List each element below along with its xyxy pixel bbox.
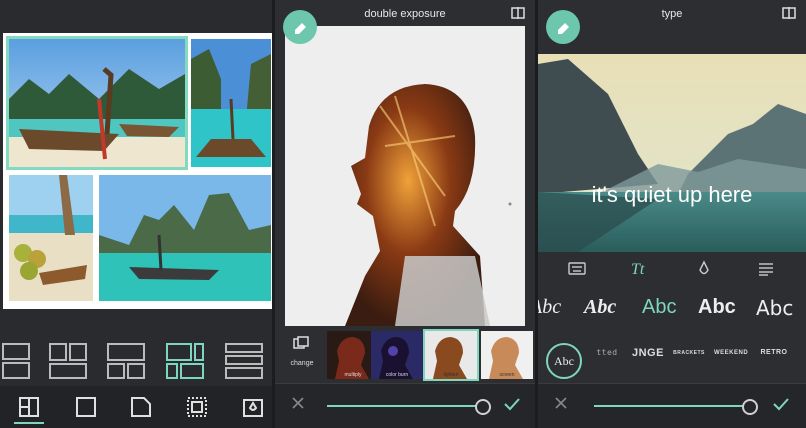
style-option-label: Abc: [554, 353, 574, 368]
opacity-bar: [275, 383, 535, 428]
color-drop-icon[interactable]: [698, 260, 710, 278]
align-icon[interactable]: [758, 262, 774, 276]
font-option[interactable]: Abc: [584, 296, 616, 319]
style-option[interactable]: BRACKETS: [672, 348, 706, 358]
style-option[interactable]: RETRO: [756, 348, 792, 358]
collage-toolbar: [0, 386, 272, 428]
boat-cliffs-image: [191, 39, 271, 167]
border-tab-icon[interactable]: [75, 396, 97, 418]
compare-icon[interactable]: [782, 7, 796, 19]
svg-text:Tt: Tt: [631, 261, 645, 278]
collage-photo-3[interactable]: [9, 175, 93, 301]
eraser-icon: [558, 23, 569, 34]
check-icon[interactable]: [772, 396, 790, 412]
style-option[interactable]: tted: [592, 348, 622, 358]
font-style-icon[interactable]: Tt: [631, 260, 647, 278]
photo-canvas[interactable]: it's quiet up here: [538, 54, 806, 252]
layout-mosaic-icon[interactable]: [106, 342, 146, 380]
eraser-button[interactable]: [283, 10, 317, 44]
eraser-icon: [295, 23, 306, 34]
blend-mode-label: color burn: [385, 372, 409, 378]
active-tab-underline: [14, 422, 44, 424]
mountain-lake-image: [538, 54, 806, 252]
corner-tab-icon[interactable]: [130, 396, 152, 418]
font-option[interactable]: Abc: [698, 296, 736, 319]
opacity-slider-track[interactable]: [327, 405, 481, 407]
layout-featured-icon[interactable]: [165, 342, 205, 380]
layout-stack-icon[interactable]: [224, 342, 264, 380]
change-label: change: [290, 360, 314, 367]
opacity-bar: [538, 383, 806, 428]
check-icon[interactable]: [503, 396, 521, 412]
font-option[interactable]: Abc: [538, 296, 561, 319]
opacity-slider-knob[interactable]: [475, 399, 491, 415]
font-option-selected[interactable]: Abc: [642, 296, 676, 319]
eraser-button[interactable]: [546, 10, 580, 44]
blend-mode-lighten[interactable]: lighten: [423, 329, 479, 381]
style-option[interactable]: JNGE: [632, 348, 663, 359]
collage-panel: [0, 0, 272, 428]
change-button[interactable]: change: [285, 336, 319, 376]
layers-icon: [293, 336, 309, 349]
photo-canvas[interactable]: [285, 26, 525, 326]
layout-split-icon[interactable]: [2, 342, 32, 380]
karst-boat-image: [99, 175, 271, 301]
opacity-slider-track[interactable]: [594, 405, 746, 407]
boats-beach-image: [9, 39, 185, 167]
layout-grid-icon[interactable]: [48, 342, 88, 380]
close-icon[interactable]: [554, 396, 568, 410]
silhouette-exposure-image: [285, 26, 525, 326]
blend-mode-screen[interactable]: screen: [481, 331, 533, 379]
style-option[interactable]: WEEKEND: [714, 348, 748, 358]
blend-mode-color-burn[interactable]: color burn: [371, 331, 423, 379]
collage-photo-4[interactable]: [99, 175, 271, 301]
layout-picker: [0, 336, 272, 382]
style-option-selected[interactable]: Abc: [546, 343, 582, 379]
collage-photo-1[interactable]: [6, 36, 188, 170]
background-tab-icon[interactable]: [242, 396, 264, 418]
coconuts-image: [9, 175, 93, 301]
spacing-tab-icon[interactable]: [186, 396, 208, 418]
font-option[interactable]: Abc: [756, 296, 793, 320]
compare-icon[interactable]: [511, 7, 525, 19]
collage-tab-icon[interactable]: [18, 396, 40, 418]
opacity-slider-knob[interactable]: [742, 399, 758, 415]
collage-canvas: [3, 33, 272, 309]
type-panel: type it's quiet up here Tt Abc Abc Abc A…: [538, 0, 806, 428]
close-icon[interactable]: [291, 396, 305, 410]
overlay-text[interactable]: it's quiet up here: [538, 182, 806, 208]
keyboard-icon[interactable]: [568, 262, 586, 276]
blend-mode-label: screen: [499, 372, 515, 378]
double-exposure-panel: double exposure change multiply color bu…: [275, 0, 535, 428]
collage-photo-2[interactable]: [191, 39, 271, 167]
blend-mode-label: lighten: [443, 372, 459, 378]
